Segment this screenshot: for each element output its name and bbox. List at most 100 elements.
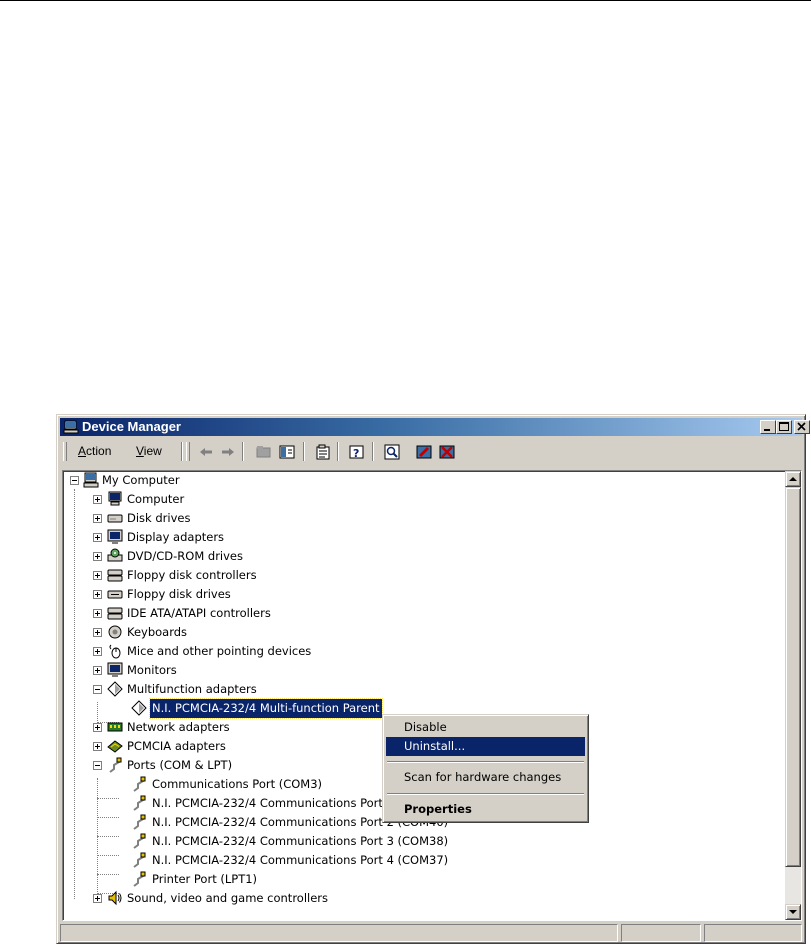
toolbar-separator xyxy=(181,442,183,461)
status-cell xyxy=(704,924,802,942)
scroll-down-button[interactable] xyxy=(785,904,801,920)
computer-icon xyxy=(108,491,122,506)
tree-node-floppy-drives[interactable]: Floppy disk drives xyxy=(63,585,363,604)
tree-node-label: IDE ATA/ATAPI controllers xyxy=(127,606,271,620)
back-arrow-icon[interactable] xyxy=(197,443,215,461)
ide-controller-icon xyxy=(107,607,123,620)
tree-node-label: Computer xyxy=(127,492,185,506)
tree-node-label-selected: N.I. PCMCIA-232/4 Multi-function Parent xyxy=(149,698,383,719)
scroll-down-arrow-icon xyxy=(789,910,797,914)
tree-node-ports[interactable]: Ports (COM & LPT) xyxy=(63,756,363,775)
expand-toggle[interactable] xyxy=(93,628,102,637)
toolbar: Action View ? xyxy=(60,439,802,465)
toolbar-separator xyxy=(303,442,305,461)
tree-node-disk-drives[interactable]: Disk drives xyxy=(63,509,363,528)
tree-node-lpt1[interactable]: Printer Port (LPT1) xyxy=(63,870,463,889)
menu-action[interactable]: Action xyxy=(78,444,111,458)
minimize-button[interactable] xyxy=(760,420,776,434)
tree-node-pcmcia-adapters[interactable]: PCMCIA adapters xyxy=(63,737,363,756)
uninstall-device-icon[interactable] xyxy=(438,443,456,461)
close-button[interactable] xyxy=(794,420,810,434)
tree-node-my-computer[interactable]: My Computer xyxy=(63,471,263,490)
context-menu-uninstall[interactable]: Uninstall... xyxy=(386,737,585,756)
menu-view-rest: iew xyxy=(143,444,162,458)
scan-hardware-icon[interactable] xyxy=(383,443,401,461)
keyboard-icon xyxy=(108,625,122,639)
network-adapter-icon xyxy=(107,722,123,732)
tree-node-port4[interactable]: N.I. PCMCIA-232/4 Communications Port 4 … xyxy=(63,851,463,870)
expand-toggle[interactable] xyxy=(93,666,102,675)
disable-device-icon[interactable] xyxy=(415,443,433,461)
tree-node-display-adapters[interactable]: Display adapters xyxy=(63,528,363,547)
tree-node-label: Ports (COM & LPT) xyxy=(127,758,233,772)
toolbar-separator xyxy=(242,442,244,461)
tree-node-multifunction-adapters[interactable]: Multifunction adapters xyxy=(63,680,363,699)
multifunction-device-icon xyxy=(131,700,147,716)
tree-node-label: Sound, video and game controllers xyxy=(127,891,329,905)
tree-node-keyboards[interactable]: Keyboards xyxy=(63,623,363,642)
expand-toggle[interactable] xyxy=(93,533,102,542)
expand-toggle[interactable] xyxy=(93,590,102,599)
expand-toggle[interactable] xyxy=(93,723,102,732)
port-icon xyxy=(133,852,146,868)
tree-node-label: Floppy disk controllers xyxy=(127,568,257,582)
collapse-toggle[interactable] xyxy=(93,685,102,694)
menu-action-accel: A xyxy=(78,444,87,458)
expand-toggle[interactable] xyxy=(93,647,102,656)
tree-node-label: Disk drives xyxy=(127,511,191,525)
toolbar-grip[interactable] xyxy=(63,442,67,461)
forward-arrow-icon[interactable] xyxy=(219,443,237,461)
device-tree: My Computer Computer Disk drives Display… xyxy=(63,471,785,920)
port-icon xyxy=(133,833,146,849)
collapse-toggle[interactable] xyxy=(70,476,79,485)
up-folder-icon[interactable] xyxy=(255,443,273,461)
monitor-icon xyxy=(107,662,123,677)
title-bar[interactable]: Device Manager xyxy=(60,418,810,436)
tree-node-ide-controllers[interactable]: IDE ATA/ATAPI controllers xyxy=(63,604,363,623)
status-bar xyxy=(60,924,802,942)
tree-node-label: Monitors xyxy=(127,663,177,677)
context-menu-disable[interactable]: Disable xyxy=(386,718,585,737)
expand-toggle[interactable] xyxy=(93,552,102,561)
port-icon xyxy=(133,871,146,887)
menu-view[interactable]: View xyxy=(136,444,162,458)
context-menu-properties[interactable]: Properties xyxy=(386,800,585,819)
tree-node-label: Multifunction adapters xyxy=(127,682,257,696)
expand-toggle[interactable] xyxy=(93,514,102,523)
toolbar-grip[interactable] xyxy=(186,442,190,461)
speaker-icon xyxy=(108,890,122,906)
scroll-up-button[interactable] xyxy=(785,471,801,487)
computer-manage-icon xyxy=(63,420,79,434)
vertical-scrollbar[interactable] xyxy=(785,471,801,920)
tree-node-port3[interactable]: N.I. PCMCIA-232/4 Communications Port 3 … xyxy=(63,832,463,851)
tree-node-sound[interactable]: Sound, video and game controllers xyxy=(63,889,463,908)
expand-toggle[interactable] xyxy=(93,609,102,618)
page-top-rule xyxy=(0,0,811,1)
mouse-icon xyxy=(109,644,121,659)
properties-icon[interactable] xyxy=(314,443,332,461)
tree-node-network-adapters[interactable]: Network adapters xyxy=(63,718,363,737)
scrollbar-thumb[interactable] xyxy=(785,487,801,867)
tree-node-computer[interactable]: Computer xyxy=(63,490,363,509)
tree-node-label: N.I. PCMCIA-232/4 Communications Port 3 … xyxy=(152,834,449,848)
expand-toggle[interactable] xyxy=(93,742,102,751)
tree-node-mice[interactable]: Mice and other pointing devices xyxy=(63,642,363,661)
tree-node-label: Display adapters xyxy=(127,530,225,544)
show-hide-tree-icon[interactable] xyxy=(278,443,296,461)
collapse-toggle[interactable] xyxy=(93,761,102,770)
help-icon[interactable]: ? xyxy=(348,443,366,461)
expand-toggle[interactable] xyxy=(93,894,102,903)
device-manager-window: Device Manager Action View ? My Computer… xyxy=(56,414,810,944)
maximize-button[interactable] xyxy=(776,420,792,434)
port-icon xyxy=(133,795,146,811)
dvd-drive-icon xyxy=(107,548,123,562)
tree-node-floppy-controllers[interactable]: Floppy disk controllers xyxy=(63,566,363,585)
tree-node-label: DVD/CD-ROM drives xyxy=(127,549,243,563)
expand-toggle[interactable] xyxy=(93,495,102,504)
expand-toggle[interactable] xyxy=(93,571,102,580)
context-menu-scan[interactable]: Scan for hardware changes xyxy=(386,768,585,787)
tree-node-dvd-cdrom[interactable]: DVD/CD-ROM drives xyxy=(63,547,363,566)
floppy-drive-icon xyxy=(107,590,123,599)
tree-node-monitors[interactable]: Monitors xyxy=(63,661,363,680)
disk-drive-icon xyxy=(107,514,123,523)
